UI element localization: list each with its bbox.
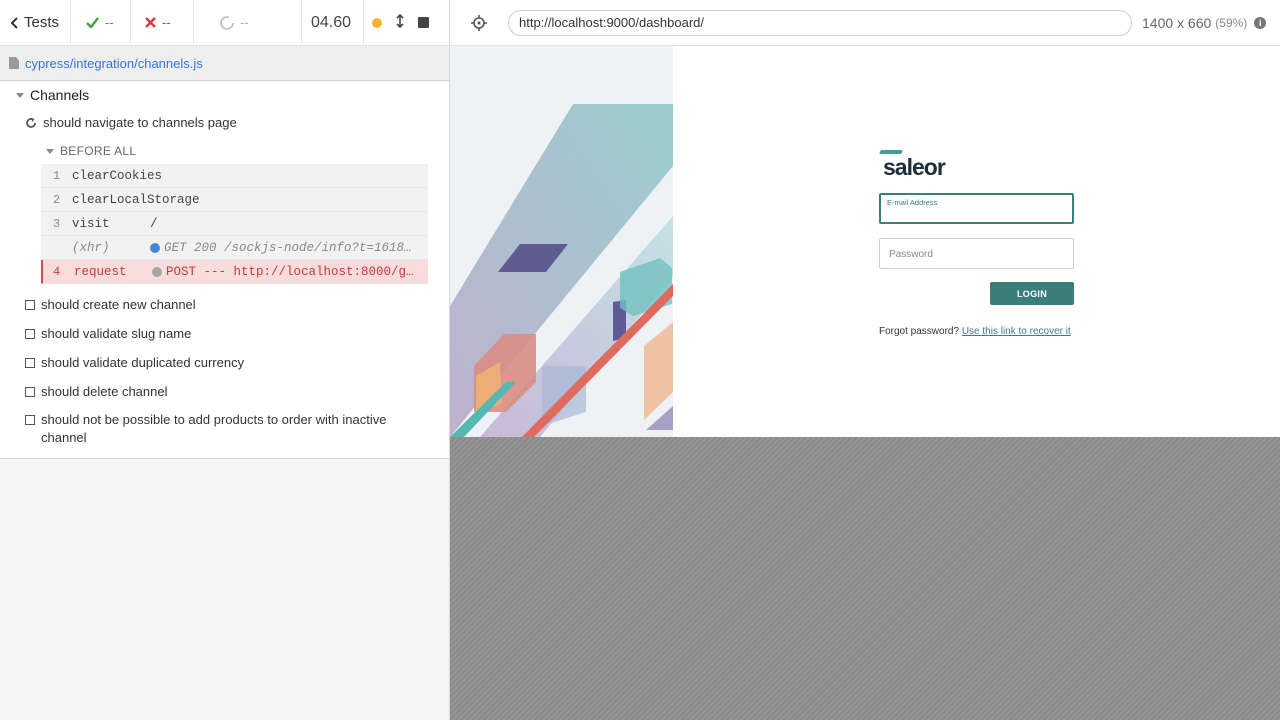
spec-path-link[interactable]: cypress/integration/channels.js <box>25 56 203 71</box>
saleor-logo: saleor <box>879 150 1074 180</box>
pending-count: -- <box>240 15 249 30</box>
suite-title-text: Channels <box>30 87 90 103</box>
email-field-label: E-mail Address <box>887 198 938 207</box>
command-row-failed[interactable]: 4 request POST --- http://localhost:8000… <box>41 260 428 284</box>
passed-stat: -- <box>71 0 131 46</box>
passed-count: -- <box>105 15 114 30</box>
check-icon <box>86 17 99 28</box>
command-name: visit <box>72 216 110 231</box>
command-message-wrap: GET 200 /sockjs-node/info?t=161823454321… <box>150 241 428 255</box>
pending-checkbox-icon <box>25 299 35 310</box>
test-pending[interactable]: should not be possible to add products t… <box>0 406 449 452</box>
pending-circle-icon <box>220 15 234 30</box>
refresh-spinner-icon <box>26 117 36 128</box>
auto-scroll-toggle-icon[interactable] <box>396 13 404 31</box>
caret-down-icon <box>16 92 24 98</box>
app-iframe: saleor E-mail Address Password LOGIN For… <box>450 46 1280 437</box>
forgot-password-row: Forgot password? Use this link to recove… <box>879 326 1074 337</box>
aut-header: http://localhost:9000/dashboard/ 1400 x … <box>450 0 1280 46</box>
reporter-header: Tests -- -- -- 04.60 <box>0 0 449 46</box>
running-indicator-icon <box>372 17 382 28</box>
test-title: should validate slug name <box>41 325 192 341</box>
login-button[interactable]: LOGIN <box>990 282 1074 305</box>
test-title: should navigate to channels page <box>43 115 237 130</box>
url-bar[interactable]: http://localhost:9000/dashboard/ <box>508 9 1132 36</box>
command-name: request <box>74 264 127 279</box>
chevron-left-icon <box>10 16 18 29</box>
login-form: saleor E-mail Address Password LOGIN For… <box>879 150 1074 337</box>
viewport-scale: (59%) <box>1215 15 1248 30</box>
tests-back-button[interactable]: Tests <box>0 0 71 46</box>
pending-checkbox-icon <box>25 328 35 339</box>
pending-checkbox-icon <box>25 386 35 397</box>
failed-stat: -- <box>131 0 194 46</box>
test-title: should validate duplicated currency <box>41 354 245 370</box>
command-row[interactable]: 2 clearLocalStorage <box>41 188 428 212</box>
pending-checkbox-icon <box>25 357 35 368</box>
recover-password-link[interactable]: Use this link to recover it <box>962 326 1071 337</box>
command-row[interactable]: 1 clearCookies <box>41 164 428 188</box>
command-number: 1 <box>53 168 61 183</box>
run-controls <box>364 0 449 46</box>
test-pending[interactable]: should create new channel <box>0 290 449 319</box>
login-illustration <box>450 46 673 437</box>
command-number: 3 <box>53 216 61 231</box>
hooks-section: BEFORE ALL 1 clearCookies 2 clearLocalSt… <box>32 138 428 290</box>
command-number: 4 <box>53 264 61 279</box>
email-field[interactable]: E-mail Address <box>879 193 1074 224</box>
hook-title-text: BEFORE ALL <box>60 144 137 158</box>
stop-button[interactable] <box>418 17 429 28</box>
caret-down-icon <box>46 148 54 154</box>
command-number: 2 <box>53 192 61 207</box>
forgot-password-text: Forgot password? <box>879 326 960 337</box>
viewport-info: 1400 x 660 (59%) i <box>1142 14 1267 31</box>
info-icon[interactable]: i <box>1254 16 1267 29</box>
duration-display: 04.60 <box>302 0 364 46</box>
command-message: POST --- http://localhost:8000/graphql/ <box>166 264 418 279</box>
pending-checkbox-icon <box>25 415 35 425</box>
file-icon <box>9 57 19 69</box>
failed-count: -- <box>162 15 171 30</box>
command-message: GET 200 /sockjs-node/info?t=161823454321… <box>164 240 418 255</box>
test-title: should not be possible to add products t… <box>41 412 387 445</box>
hook-title[interactable]: BEFORE ALL <box>32 138 428 164</box>
spec-file-bar: cypress/integration/channels.js <box>0 46 449 81</box>
test-title: should delete channel <box>41 383 168 399</box>
tests-label: Tests <box>24 14 60 31</box>
command-message: / <box>150 216 158 231</box>
password-field[interactable]: Password <box>879 238 1074 269</box>
logo-mark-icon <box>879 150 903 154</box>
reporter-panel: Tests -- -- -- 04.60 cypress/integration… <box>0 0 450 720</box>
command-name: clearLocalStorage <box>72 192 200 207</box>
abstract-shapes-illustration <box>450 46 673 437</box>
test-running[interactable]: should navigate to channels page <box>0 108 449 138</box>
logo-text: saleor <box>883 154 946 180</box>
cross-icon <box>145 17 156 28</box>
command-row-xhr[interactable]: (xhr) GET 200 /sockjs-node/info?t=161823… <box>41 236 428 260</box>
command-row[interactable]: 3 visit / <box>41 212 428 236</box>
test-pending[interactable]: should validate slug name <box>0 319 449 348</box>
test-pending[interactable]: should validate duplicated currency <box>0 348 449 377</box>
request-status-dot-icon <box>152 266 162 277</box>
selector-playground-button[interactable] <box>450 14 508 31</box>
pending-stat: -- <box>194 0 302 46</box>
test-pending[interactable]: should delete channel <box>0 377 449 406</box>
command-message-wrap: POST --- http://localhost:8000/graphql/ <box>152 265 428 279</box>
password-placeholder: Password <box>889 249 933 260</box>
crosshair-icon <box>471 14 487 31</box>
command-name: (xhr) <box>72 240 110 255</box>
suite-title[interactable]: Channels <box>0 82 449 108</box>
command-name: clearCookies <box>72 168 163 183</box>
xhr-status-dot-icon <box>150 242 160 253</box>
viewport-size: 1400 x 660 <box>1142 14 1212 31</box>
test-title: should create new channel <box>41 296 196 312</box>
app-under-test-panel: http://localhost:9000/dashboard/ 1400 x … <box>450 0 1280 720</box>
runnables-list: Channels should navigate to channels pag… <box>0 82 449 459</box>
